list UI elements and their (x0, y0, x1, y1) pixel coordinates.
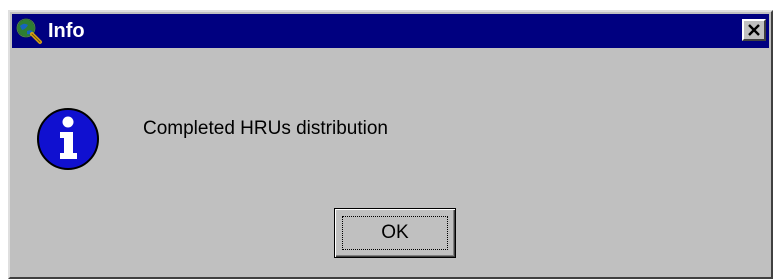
title-bar[interactable]: Info (12, 14, 769, 48)
ok-button[interactable]: OK (334, 208, 456, 258)
close-button[interactable] (742, 19, 766, 41)
window-title: Info (48, 20, 85, 42)
info-dialog: Info Completed HRUs distribution OK (8, 10, 773, 279)
ok-button-label: OK (381, 222, 409, 243)
info-icon (35, 106, 101, 172)
globe-magnifier-icon (15, 17, 43, 45)
message-text: Completed HRUs distribution (143, 118, 388, 139)
